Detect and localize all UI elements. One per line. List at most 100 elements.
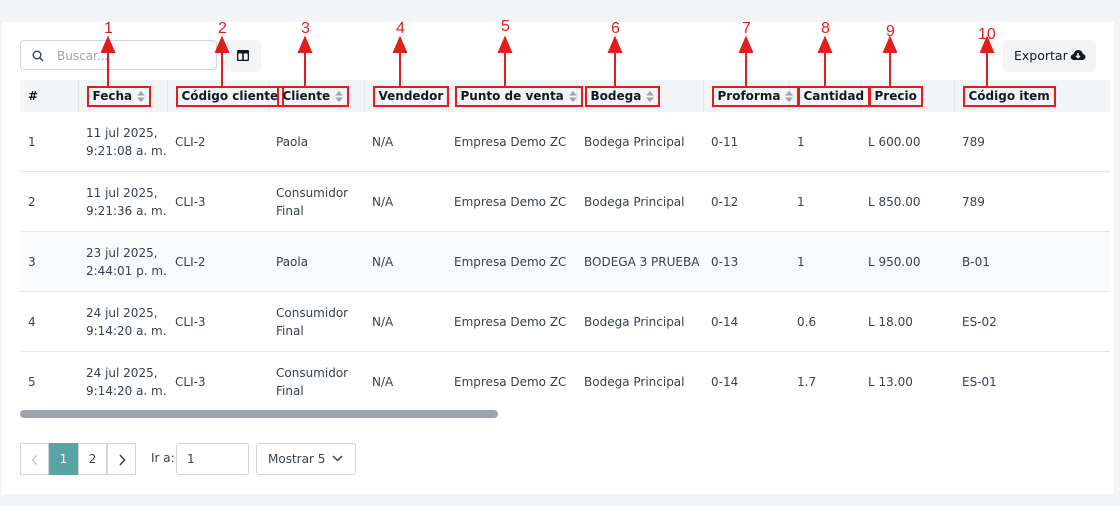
header-fecha[interactable]: Fecha	[78, 80, 168, 112]
cell-codigo-item: ES-01	[954, 351, 1110, 410]
cell-bodega: Bodega Principal	[576, 291, 703, 352]
cell-punto-de-venta: Empresa Demo ZC	[446, 112, 576, 172]
cell-punto-de-venta: Empresa Demo ZC	[446, 351, 576, 410]
cell-cliente: Consumidor Final	[268, 171, 364, 232]
cell-proforma: 0-11	[703, 112, 789, 172]
search-field[interactable]	[20, 40, 217, 70]
chevron-right-icon	[118, 454, 126, 466]
cell-proforma: 0-14	[703, 351, 789, 410]
page-button-2[interactable]: 2	[78, 443, 107, 475]
cell-fecha: 11 jul 2025, 9:21:08 a. m.	[78, 112, 167, 172]
cell-precio: L 13.00	[860, 351, 954, 410]
table-row: 5 24 jul 2025, 9:14:20 a. m. CLI-3 Consumid…	[20, 351, 1110, 410]
cell-precio: L 850.00	[860, 171, 954, 232]
cell-bodega: Bodega Principal	[576, 351, 703, 410]
table-row: 1 11 jul 2025, 9:21:08 a. m. CLI-2 Paola N/A…	[20, 112, 1110, 172]
cell-fecha: 24 jul 2025, 9:14:20 a. m.	[78, 291, 167, 352]
sort-icon[interactable]	[568, 90, 577, 102]
header-vendedor[interactable]: Vendedor	[364, 80, 450, 112]
cell-bodega: Bodega Principal	[576, 171, 703, 232]
table-header-row: # Fecha Código cliente Cliente Vendedor …	[20, 80, 1110, 112]
page-size-select[interactable]: Mostrar 5	[256, 443, 356, 475]
horizontal-scrollbar[interactable]	[20, 410, 498, 418]
cell-index: 3	[20, 231, 78, 292]
cell-codigo-cliente: CLI-3	[167, 351, 268, 410]
cell-codigo-cliente: CLI-3	[167, 171, 268, 232]
cell-proforma: 0-13	[703, 231, 789, 292]
table-row: 4 24 jul 2025, 9:14:20 a. m. CLI-3 Consumid…	[20, 291, 1110, 352]
cell-precio: L 18.00	[860, 291, 954, 352]
cell-index: 1	[20, 112, 78, 172]
cell-vendedor: N/A	[364, 112, 446, 172]
prev-page-button[interactable]	[20, 443, 49, 475]
cell-bodega: BODEGA 3 PRUEBA	[576, 231, 703, 292]
cell-index: 2	[20, 171, 78, 232]
search-input[interactable]	[55, 45, 209, 67]
sort-icon[interactable]	[646, 90, 655, 102]
sort-icon[interactable]	[335, 90, 344, 102]
header-punto-de-venta[interactable]: Punto de venta	[446, 80, 583, 112]
cell-codigo-item: 789	[954, 112, 1110, 172]
cell-codigo-cliente: CLI-2	[167, 112, 268, 172]
header-proforma[interactable]: Proforma	[703, 80, 800, 112]
goto-label: Ir a:	[151, 451, 175, 465]
header-cliente[interactable]: Cliente	[268, 80, 365, 112]
header-codigo-item[interactable]: Código item	[954, 80, 1110, 112]
data-table: # Fecha Código cliente Cliente Vendedor …	[20, 80, 1110, 410]
cell-punto-de-venta: Empresa Demo ZC	[446, 231, 576, 292]
cell-codigo-item: B-01	[954, 231, 1110, 292]
export-button[interactable]: Exportar	[1003, 40, 1096, 72]
cell-codigo-cliente: CLI-2	[167, 231, 268, 292]
cell-vendedor: N/A	[364, 351, 446, 410]
cell-fecha: 23 jul 2025, 2:44:01 p. m.	[78, 231, 167, 292]
cell-index: 5	[20, 351, 78, 410]
cell-cliente: Paola	[268, 231, 364, 292]
cell-punto-de-venta: Empresa Demo ZC	[446, 291, 576, 352]
cell-proforma: 0-14	[703, 291, 789, 352]
cell-vendedor: N/A	[364, 291, 446, 352]
header-codigo-cliente[interactable]: Código cliente	[167, 80, 285, 112]
export-label: Exportar	[1014, 48, 1068, 63]
cell-punto-de-venta: Empresa Demo ZC	[446, 171, 576, 232]
cell-cantidad: 1.7	[789, 351, 860, 410]
cell-bodega: Bodega Principal	[576, 112, 703, 172]
header-precio[interactable]: Precio	[860, 80, 955, 112]
cell-codigo-item: 789	[954, 171, 1110, 232]
cell-codigo-cliente: CLI-3	[167, 291, 268, 352]
sort-icon[interactable]	[137, 90, 146, 102]
cell-cliente: Consumidor Final	[268, 351, 364, 410]
columns-toggle-button[interactable]	[225, 40, 261, 72]
cell-precio: L 600.00	[860, 112, 954, 172]
cell-precio: L 950.00	[860, 231, 954, 292]
search-icon	[32, 50, 44, 62]
cell-cliente: Paola	[268, 112, 364, 172]
cell-vendedor: N/A	[364, 171, 446, 232]
cell-codigo-item: ES-02	[954, 291, 1110, 352]
chevron-down-icon	[332, 455, 343, 462]
cloud-download-icon	[1070, 50, 1086, 60]
header-bodega[interactable]: Bodega	[576, 80, 704, 112]
header-cantidad[interactable]: Cantidad	[789, 80, 871, 112]
cell-cantidad: 1	[789, 231, 860, 292]
cell-cantidad: 0.6	[789, 291, 860, 352]
cell-vendedor: N/A	[364, 231, 446, 292]
table-row: 3 23 jul 2025, 2:44:01 p. m. CLI-2 Paola N/A…	[20, 231, 1110, 292]
sort-icon[interactable]	[785, 90, 794, 102]
cell-cantidad: 1	[789, 171, 860, 232]
page-button-1[interactable]: 1	[49, 443, 78, 475]
cell-cantidad: 1	[789, 112, 860, 172]
cell-fecha: 24 jul 2025, 9:14:20 a. m.	[78, 351, 167, 410]
goto-value[interactable]: 1	[187, 452, 195, 466]
next-page-button[interactable]	[107, 443, 136, 475]
cell-index: 4	[20, 291, 78, 352]
goto-page-input[interactable]: 1	[176, 443, 249, 475]
data-table-container: # Fecha Código cliente Cliente Vendedor …	[20, 80, 1110, 410]
cell-cliente: Consumidor Final	[268, 291, 364, 352]
chevron-left-icon	[30, 454, 38, 466]
page-size-label: Mostrar 5	[268, 452, 326, 466]
table-row: 2 11 jul 2025, 9:21:36 a. m. CLI-3 Consumid…	[20, 171, 1110, 232]
cell-fecha: 11 jul 2025, 9:21:36 a. m.	[78, 171, 167, 232]
columns-icon	[237, 50, 249, 61]
header-index: #	[20, 80, 79, 112]
cell-proforma: 0-12	[703, 171, 789, 232]
